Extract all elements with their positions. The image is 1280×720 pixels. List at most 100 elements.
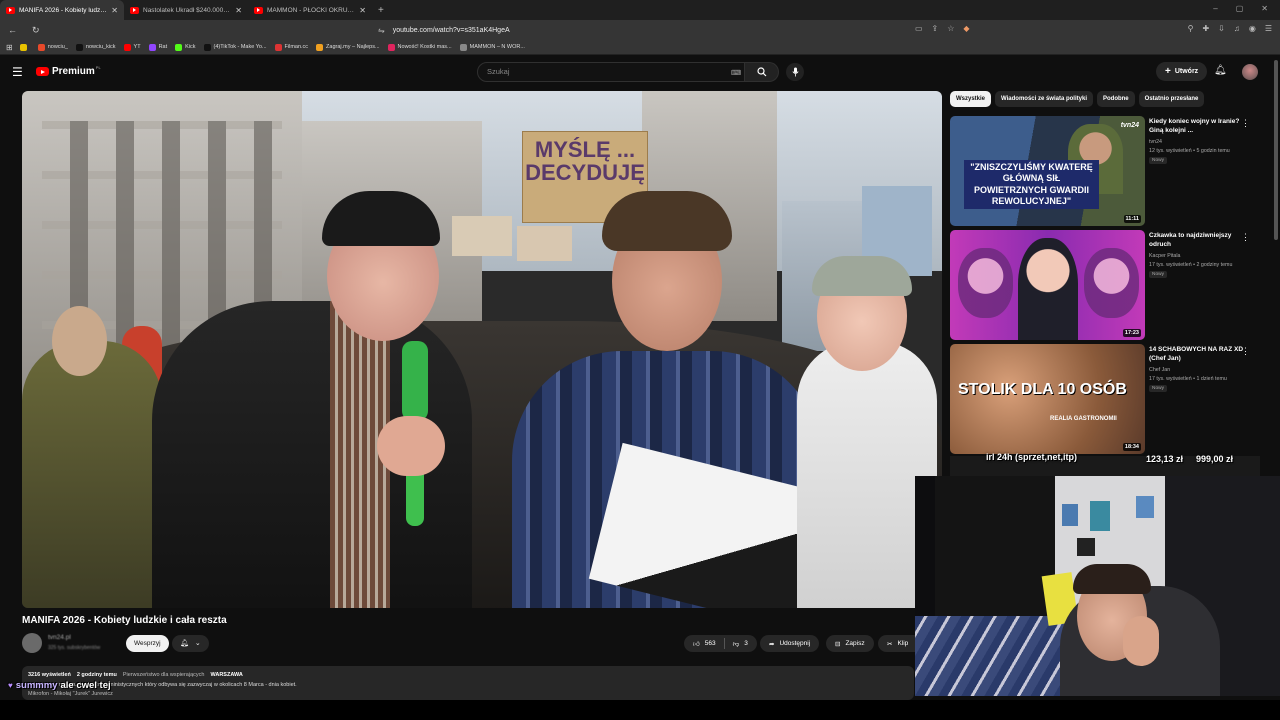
bookmark-item[interactable]: nowciu_kick bbox=[75, 43, 116, 51]
location-tag[interactable]: WARSZAWA bbox=[210, 672, 242, 678]
browser-tab[interactable]: MANIFA 2026 - Kobiety ludzkie ✕ bbox=[0, 0, 124, 20]
bell-icon[interactable]: 🔔︎ bbox=[1214, 65, 1227, 76]
video-microphone-head bbox=[402, 341, 428, 421]
heart-icon: ♥ bbox=[8, 681, 13, 690]
support-button[interactable]: Wesprzyj bbox=[126, 635, 169, 652]
create-button[interactable]: + Utwórz bbox=[1156, 62, 1208, 81]
translate-icon[interactable]: ⚲ bbox=[1188, 24, 1194, 33]
close-tab-icon[interactable]: ✕ bbox=[359, 6, 366, 15]
save-label: Zapisz bbox=[845, 640, 865, 647]
share-page-icon[interactable]: ⇪ bbox=[932, 24, 939, 33]
new-tab-button[interactable]: + bbox=[378, 5, 384, 16]
bookmark-item[interactable] bbox=[19, 43, 30, 51]
donation-goal-label: irl 24h (sprzet,net,itp) bbox=[986, 452, 1078, 462]
url-field[interactable]: ⇋ youtube.com/watch?v=s351aK4HgeA bbox=[378, 26, 510, 35]
protest-sign-small bbox=[452, 216, 512, 256]
video-hand bbox=[377, 416, 445, 476]
recommendation-thumbnail[interactable]: tvn24 "ZNISZCZYLIŚMY KWATERĘ GŁÓWNĄ SIŁ … bbox=[950, 116, 1145, 226]
menu-icon[interactable]: ☰ bbox=[12, 65, 23, 79]
chip-all[interactable]: Wszystkie bbox=[950, 91, 992, 107]
thumb-caption: STOLIK DLA 10 OSÓB bbox=[958, 381, 1127, 398]
close-window-button[interactable]: ✕ bbox=[1261, 4, 1268, 13]
bookmark-item[interactable]: Kick bbox=[175, 43, 196, 51]
recommendation-title[interactable]: 14 SCHABOWYCH NA RAZ XD (Chef Jan) bbox=[1149, 346, 1245, 364]
more-vert-icon[interactable]: ⋮ bbox=[1241, 346, 1250, 357]
bookmark-item[interactable]: Zagraj.my – Najleps... bbox=[316, 43, 380, 51]
bookmark-star-icon[interactable]: ☆ bbox=[947, 24, 954, 33]
extension-icon[interactable]: ◆ bbox=[963, 24, 969, 33]
close-tab-icon[interactable]: ✕ bbox=[111, 6, 118, 15]
media-icon[interactable]: ♫ bbox=[1234, 24, 1240, 33]
profile-icon[interactable]: ◉ bbox=[1249, 24, 1256, 33]
bookmark-item[interactable]: (4)TikTok - Make Yo... bbox=[203, 43, 267, 51]
search-input[interactable]: Szukaj bbox=[477, 62, 745, 82]
channel-avatar[interactable] bbox=[22, 633, 42, 653]
recommendation-item[interactable]: STOLIK DLA 10 OSÓB REALIA GASTRONOMII 18… bbox=[950, 344, 1260, 454]
bookmark-item[interactable]: Rat bbox=[148, 43, 167, 51]
reload-icon[interactable]: ↻ bbox=[32, 25, 48, 36]
dislike-count[interactable]: 3 bbox=[744, 640, 748, 647]
browser-menu-icon[interactable]: ☰ bbox=[1265, 24, 1272, 33]
more-vert-icon[interactable]: ⋮ bbox=[1241, 118, 1250, 129]
avatar[interactable] bbox=[1242, 64, 1258, 80]
recommendation-thumbnail[interactable]: STOLIK DLA 10 OSÓB REALIA GASTRONOMII 18… bbox=[950, 344, 1145, 454]
page-scrollbar[interactable] bbox=[1274, 60, 1278, 240]
notification-button[interactable]: 🔔︎ ⌄ bbox=[172, 635, 209, 652]
close-tab-icon[interactable]: ✕ bbox=[235, 6, 242, 15]
clip-button[interactable]: ✂ Klip bbox=[878, 635, 918, 652]
bookmark-item[interactable]: MAMMON – N WOR... bbox=[459, 43, 525, 51]
recommendation-title[interactable]: Czkawka to najdziwniejszy odruch bbox=[1149, 232, 1245, 250]
new-badge: Nowy bbox=[1149, 157, 1167, 164]
maximize-button[interactable]: ▢ bbox=[1236, 4, 1244, 13]
webcam-streamer-hair bbox=[1073, 564, 1151, 594]
video-player[interactable]: MYŚLĘ ... DECYDUJĘ bbox=[22, 91, 942, 608]
minimize-button[interactable]: – bbox=[1213, 4, 1217, 13]
recommendation-item[interactable]: 17:23 Czkawka to najdziwniejszy odruch K… bbox=[950, 230, 1260, 340]
bookmark-item[interactable]: Nowość! Kostki mas... bbox=[387, 43, 452, 51]
recommendation-channel[interactable]: tvn24 bbox=[1149, 139, 1162, 145]
donation-current-amount: 123,13 zł bbox=[1146, 454, 1184, 464]
chip-related[interactable]: Podobne bbox=[1096, 91, 1135, 107]
like-count[interactable]: 563 bbox=[705, 640, 716, 647]
browser-tab[interactable]: MAMMON - PŁOCKI OKRUTNIK PUB ✕ bbox=[248, 0, 372, 20]
save-button[interactable]: ⊟ Zapisz bbox=[826, 635, 874, 652]
download-icon[interactable]: ⇩ bbox=[1218, 24, 1225, 33]
chat-message-overlay: ♥ summmy ale cwel tej bbox=[8, 680, 111, 691]
recommendation-item[interactable]: tvn24 "ZNISZCZYLIŚMY KWATERĘ GŁÓWNĄ SIŁ … bbox=[950, 116, 1260, 226]
url-text: youtube.com/watch?v=s351aK4HgeA bbox=[392, 26, 510, 34]
bookmark-favicon-icon bbox=[274, 43, 282, 51]
recommendation-channel[interactable]: Kacper Pitala bbox=[1149, 253, 1181, 259]
recommendation-meta: 17 tys. wyświetleń • 2 godziny temu bbox=[1149, 262, 1233, 268]
more-vert-icon[interactable]: ⋮ bbox=[1241, 232, 1250, 243]
keyboard-icon[interactable]: ⌨ bbox=[731, 69, 741, 77]
chip-recent[interactable]: Ostatnio przesłane bbox=[1138, 91, 1205, 107]
browser-tab[interactable]: Nastolatek Ukradł $240.000.000 i Pr ✕ bbox=[124, 0, 248, 20]
youtube-logo[interactable]: Premium PL bbox=[36, 65, 101, 77]
share-button[interactable]: ➦ Udostępnij bbox=[760, 635, 820, 652]
window-controls: – ▢ ✕ bbox=[1213, 4, 1268, 13]
recommendation-channel[interactable]: Chef Jan bbox=[1149, 367, 1170, 373]
like-icon[interactable]: 👍︎ bbox=[693, 640, 700, 648]
clip-label: Klip bbox=[897, 640, 909, 647]
bookmark-label: MAMMON – N WOR... bbox=[469, 44, 525, 50]
channel-name[interactable]: tvn24.pl bbox=[48, 634, 71, 641]
back-arrow-icon[interactable]: ← bbox=[8, 25, 24, 35]
recommendation-thumbnail[interactable]: 17:23 bbox=[950, 230, 1145, 340]
site-info-icon[interactable]: ⇋ bbox=[378, 26, 385, 35]
youtube-play-icon bbox=[36, 67, 49, 76]
bookmark-item[interactable]: Filman.cc bbox=[274, 43, 308, 51]
bookmark-favicon-icon bbox=[459, 43, 467, 51]
chat-text: ale cwel tej bbox=[60, 680, 111, 691]
apps-grid-icon[interactable]: ⊞ bbox=[6, 43, 13, 52]
recommendation-title[interactable]: Kiedy koniec wojny w Iranie? Giną kolejn… bbox=[1149, 118, 1245, 136]
cast-icon[interactable]: ▭ bbox=[915, 24, 923, 33]
search-button[interactable] bbox=[745, 62, 779, 82]
chip-politics[interactable]: Wiadomości ze świata polityki bbox=[995, 91, 1093, 107]
save-icon: ⊟ bbox=[835, 640, 841, 648]
video-woman-left-head bbox=[52, 306, 107, 376]
dislike-icon[interactable]: 👎︎ bbox=[733, 640, 740, 648]
extension-puzzle-icon[interactable]: ✚ bbox=[1202, 24, 1209, 33]
voice-search-button[interactable] bbox=[786, 63, 804, 81]
bookmark-item[interactable]: YT bbox=[123, 43, 141, 51]
bookmark-item[interactable]: nowciu_ bbox=[37, 43, 68, 51]
